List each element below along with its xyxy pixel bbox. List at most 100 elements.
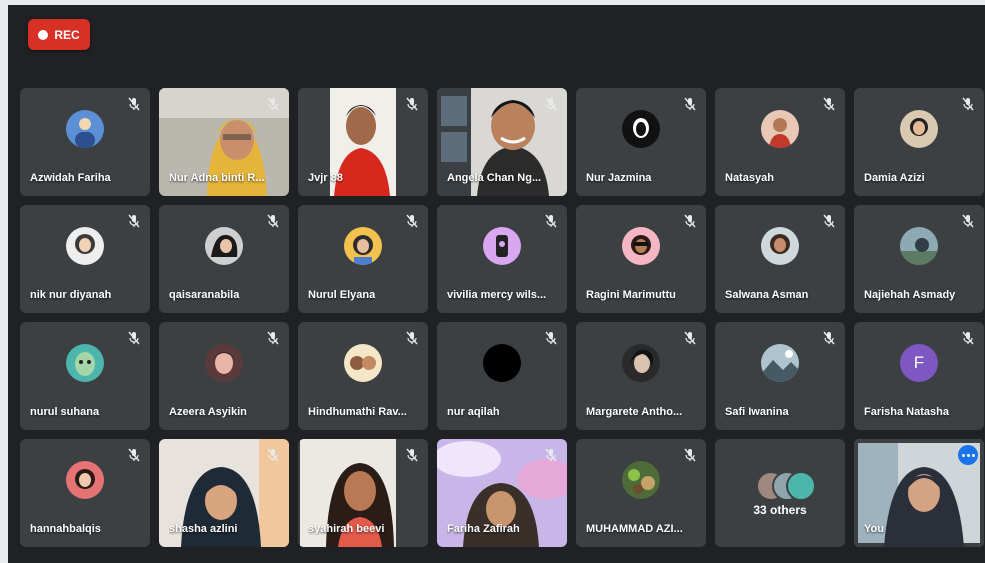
- participant-tile[interactable]: Hindhumathi Rav...: [298, 322, 428, 430]
- mic-off-icon: [960, 213, 976, 229]
- mic-off-icon: [682, 213, 698, 229]
- mic-off-icon: [682, 447, 698, 463]
- avatar: [205, 227, 243, 266]
- participant-tile[interactable]: vivilia mercy wils...: [437, 205, 567, 313]
- participant-tile[interactable]: Azwidah Fariha: [20, 88, 150, 196]
- recording-label: REC: [54, 27, 80, 42]
- participant-tile[interactable]: nik nur diyanah: [20, 205, 150, 313]
- avatar: [761, 344, 799, 383]
- participant-tile[interactable]: nurul suhana: [20, 322, 150, 430]
- participant-tile[interactable]: Angela Chan Ng...: [437, 88, 567, 196]
- others-count-label: 33 others: [753, 503, 807, 517]
- participant-name: Nur Jazmina: [586, 172, 652, 184]
- participant-name: nur aqilah: [447, 406, 500, 418]
- more-options-button[interactable]: [958, 445, 978, 465]
- participant-name: Damia Azizi: [864, 172, 925, 184]
- participant-grid: Azwidah Fariha Nur Adna binti R... Jvjr …: [20, 88, 984, 547]
- mic-off-icon: [821, 330, 837, 346]
- participant-tile[interactable]: shasha azlini: [159, 439, 289, 547]
- participant-tile[interactable]: Damia Azizi: [854, 88, 984, 196]
- mic-off-icon: [404, 447, 420, 463]
- mic-off-icon: [265, 330, 281, 346]
- avatar-initial: F: [900, 344, 938, 383]
- participant-tile[interactable]: syahirah beevi: [298, 439, 428, 547]
- participant-tile[interactable]: Nur Adna binti R...: [159, 88, 289, 196]
- avatar: [622, 110, 660, 149]
- participant-tile[interactable]: Natasyah: [715, 88, 845, 196]
- participant-tile[interactable]: Margarete Antho...: [576, 322, 706, 430]
- mic-off-icon: [543, 213, 559, 229]
- participant-name: shasha azlini: [169, 523, 238, 535]
- participant-tile[interactable]: Azeera Asyikin: [159, 322, 289, 430]
- participant-tile[interactable]: MUHAMMAD AZI...: [576, 439, 706, 547]
- mic-off-icon: [126, 447, 142, 463]
- mic-off-icon: [960, 96, 976, 112]
- participant-tile[interactable]: Fariha Zafirah: [437, 439, 567, 547]
- avatar: [66, 110, 104, 149]
- avatar: [786, 471, 816, 502]
- participant-name: Salwana Asman: [725, 289, 809, 301]
- avatar: [483, 344, 521, 383]
- mic-off-icon: [265, 447, 281, 463]
- mic-off-icon: [821, 96, 837, 112]
- dot-icon: [971, 453, 975, 457]
- mic-off-icon: [404, 96, 420, 112]
- participant-tile[interactable]: Ragini Marimuttu: [576, 205, 706, 313]
- participant-tile[interactable]: F Farisha Natasha: [854, 322, 984, 430]
- participant-tile[interactable]: Safi Iwanina: [715, 322, 845, 430]
- participant-name: nik nur diyanah: [30, 289, 112, 301]
- participant-tile[interactable]: Najiehah Asmady: [854, 205, 984, 313]
- avatar: [344, 344, 382, 383]
- mic-off-icon: [265, 96, 281, 112]
- participant-name: Jvjr 88: [308, 172, 343, 184]
- mic-off-icon: [543, 96, 559, 112]
- dot-icon: [966, 453, 970, 457]
- avatar: [483, 227, 521, 266]
- recording-badge[interactable]: REC: [28, 19, 90, 50]
- participant-name: Nur Adna binti R...: [169, 172, 265, 184]
- avatar: [66, 344, 104, 383]
- participant-tile[interactable]: Nur Jazmina: [576, 88, 706, 196]
- others-avatar-stack: [750, 471, 816, 502]
- others-tile[interactable]: 33 others: [715, 439, 845, 547]
- avatar: [622, 461, 660, 500]
- participant-name: Najiehah Asmady: [864, 289, 956, 301]
- participant-name: vivilia mercy wils...: [447, 289, 547, 301]
- avatar: [622, 227, 660, 266]
- dot-icon: [961, 453, 965, 457]
- participant-name: Angela Chan Ng...: [447, 172, 542, 184]
- participant-name: Azeera Asyikin: [169, 406, 247, 418]
- mic-off-icon: [960, 330, 976, 346]
- mic-off-icon: [126, 330, 142, 346]
- participant-name: syahirah beevi: [308, 523, 385, 535]
- avatar: [622, 344, 660, 383]
- participant-name: hannahbalqis: [30, 523, 101, 535]
- self-name: You: [864, 523, 884, 535]
- participant-tile[interactable]: Jvjr 88: [298, 88, 428, 196]
- participant-name: nurul suhana: [30, 406, 100, 418]
- avatar: [205, 344, 243, 383]
- record-dot-icon: [38, 29, 49, 40]
- self-tile[interactable]: You: [854, 439, 984, 547]
- avatar: [66, 461, 104, 500]
- mic-off-icon: [404, 213, 420, 229]
- mic-off-icon: [126, 213, 142, 229]
- participant-name: Azwidah Fariha: [30, 172, 111, 184]
- participant-tile[interactable]: qaisaranabila: [159, 205, 289, 313]
- participant-name: Natasyah: [725, 172, 774, 184]
- participant-tile[interactable]: Nurul Elyana: [298, 205, 428, 313]
- participant-tile[interactable]: hannahbalqis: [20, 439, 150, 547]
- participant-tile[interactable]: Salwana Asman: [715, 205, 845, 313]
- mic-off-icon: [265, 213, 281, 229]
- avatar: [344, 227, 382, 266]
- participant-name: Ragini Marimuttu: [586, 289, 676, 301]
- participant-name: Farisha Natasha: [864, 406, 949, 418]
- participant-tile[interactable]: nur aqilah: [437, 322, 567, 430]
- mic-off-icon: [682, 96, 698, 112]
- avatar: [66, 227, 104, 266]
- mic-off-icon: [404, 330, 420, 346]
- participant-name: Hindhumathi Rav...: [308, 406, 407, 418]
- mic-off-icon: [543, 330, 559, 346]
- avatar: [900, 227, 938, 266]
- mic-off-icon: [543, 447, 559, 463]
